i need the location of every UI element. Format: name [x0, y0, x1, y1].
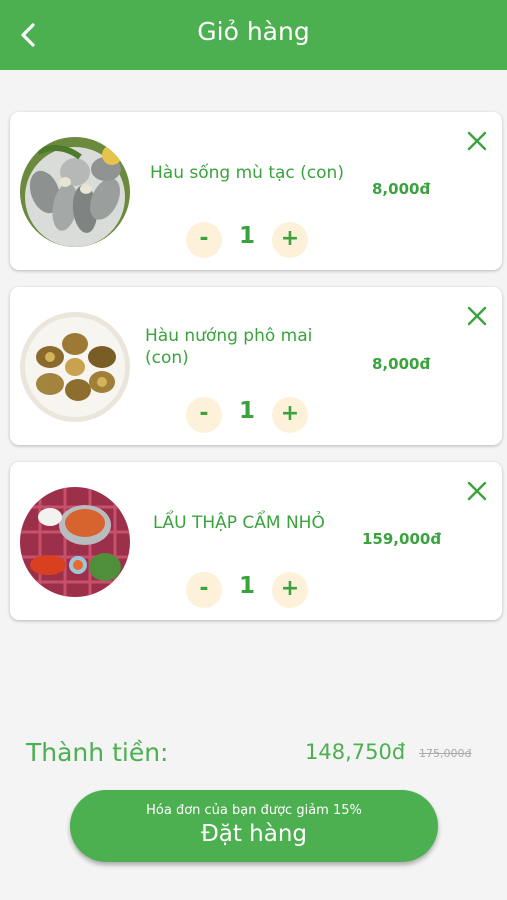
order-button-label: Đặt hàng: [200, 821, 308, 847]
increase-quantity-button[interactable]: +: [272, 572, 308, 608]
quantity-value: 1: [238, 573, 255, 599]
item-price: 8,000đ: [372, 180, 431, 198]
cart-item-card: LẨU THẬP CẨM NHỎ 159,000đ - 1 +: [10, 462, 502, 620]
page-title: Giỏ hàng: [197, 17, 310, 46]
decrease-quantity-button[interactable]: -: [186, 222, 222, 258]
total-label: Thành tiền:: [26, 738, 169, 767]
app-header: Giỏ hàng: [0, 0, 507, 70]
remove-item-button[interactable]: [464, 128, 490, 154]
item-price: 159,000đ: [362, 530, 442, 548]
decrease-quantity-button[interactable]: -: [186, 397, 222, 433]
cart-item-card: Hàu sống mù tạc (con) 8,000đ - 1 +: [10, 112, 502, 270]
item-name: Hàu nướng phô mai (con): [145, 326, 313, 368]
place-order-button[interactable]: Hóa đơn của bạn được giảm 15% Đặt hàng: [70, 790, 438, 862]
decrease-quantity-button[interactable]: -: [186, 572, 222, 608]
close-icon: [467, 131, 487, 151]
item-image-grilled-oysters: [20, 312, 130, 422]
remove-item-button[interactable]: [464, 303, 490, 329]
item-price: 8,000đ: [372, 355, 431, 373]
item-name: Hàu sống mù tạc (con): [150, 163, 344, 183]
increase-quantity-button[interactable]: +: [272, 222, 308, 258]
total-value: 148,750đ: [305, 740, 406, 764]
quantity-value: 1: [238, 223, 255, 249]
item-image-hotpot: [20, 487, 130, 597]
increase-quantity-button[interactable]: +: [272, 397, 308, 433]
original-total: 175,000đ: [419, 747, 472, 760]
close-icon: [467, 306, 487, 326]
item-image-raw-oysters: [20, 137, 130, 247]
cart-item-card: Hàu nướng phô mai (con) 8,000đ - 1 +: [10, 287, 502, 445]
close-icon: [467, 481, 487, 501]
discount-note: Hóa đơn của bạn được giảm 15%: [146, 803, 362, 818]
quantity-value: 1: [238, 398, 255, 424]
item-name: LẨU THẬP CẨM NHỎ: [153, 513, 325, 533]
remove-item-button[interactable]: [464, 478, 490, 504]
